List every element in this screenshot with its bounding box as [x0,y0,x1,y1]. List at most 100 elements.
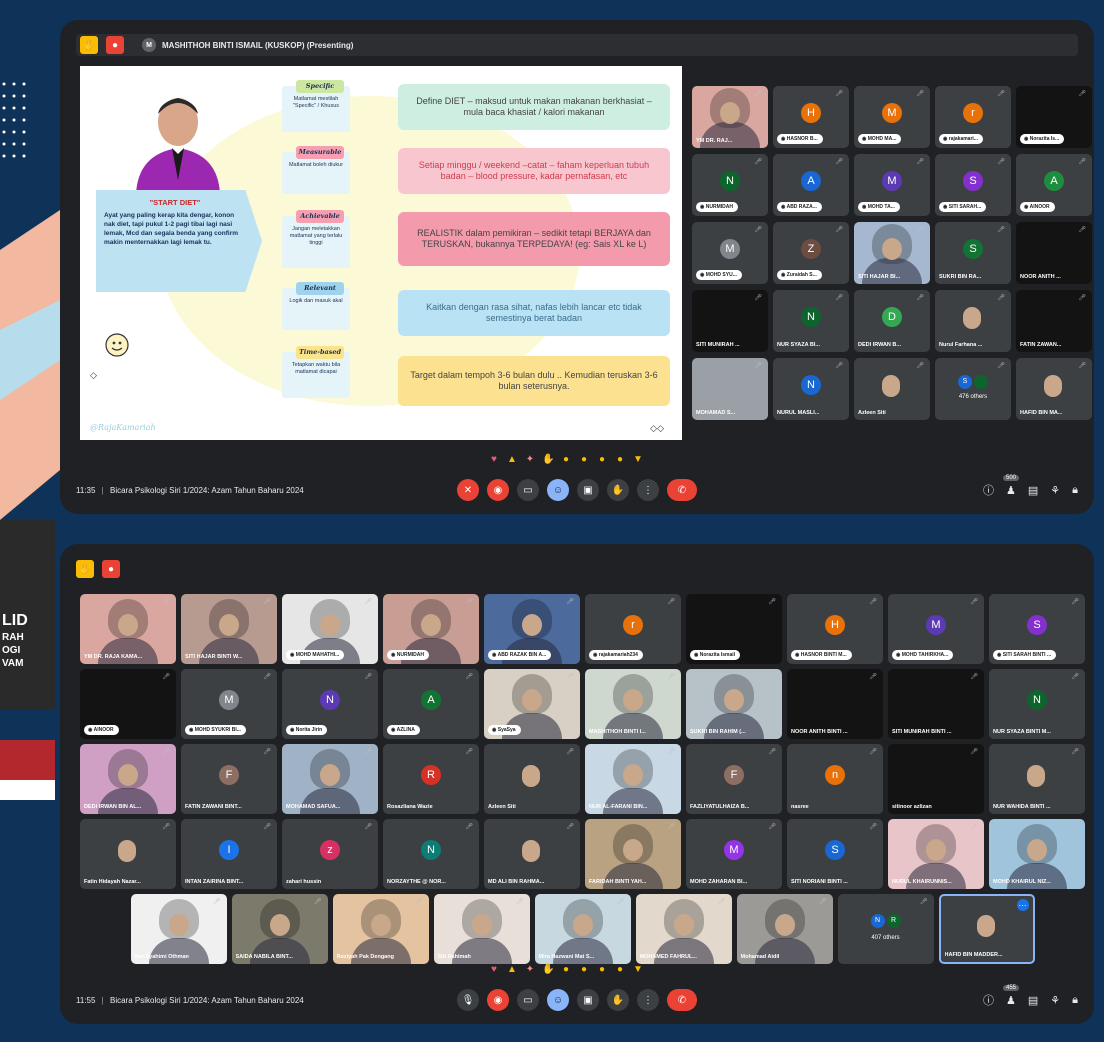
participant-tile[interactable]: 🎤︎ SUKRI BIN RAHIM (... [686,669,782,739]
participant-tile[interactable]: 🎤︎ ◉ MOHD MAHATHI... [282,594,378,664]
participant-tile[interactable]: F 🎤︎ FAZLIYATULHAIZA B... [686,744,782,814]
surprised-icon[interactable]: ● [578,964,590,975]
participant-tile[interactable]: M 🎤︎ ◉ MOHD SYUKRI BI... [181,669,277,739]
participant-tile[interactable]: 🎤︎ MD ALI BIN RAHMA... [484,819,580,889]
participant-tile[interactable]: 🎤︎ NUR WAHIDA BINTI ... [989,744,1085,814]
activities-icon[interactable]: ⚘ [1050,994,1060,1007]
participant-tile[interactable]: 🎤︎ Azleen Siti [484,744,580,814]
raise-hand-icon[interactable]: ✋ [607,479,629,501]
participant-tile[interactable]: A 🎤︎ ◉ AINOOR [1016,154,1092,216]
laugh-icon[interactable]: ● [560,454,572,465]
thumbs-down-icon[interactable]: ▼ [632,454,644,465]
participant-tile[interactable]: N 🎤︎ NUR SYAZA BINTI M... [989,669,1085,739]
participant-tile[interactable]: M 🎤︎ ◉ MOHD MA... [854,86,930,148]
participant-tile[interactable]: S 🎤︎ SUKRI BIN RA... [935,222,1011,284]
participant-tile[interactable]: 🎤︎ ◉ AINOOR [80,669,176,739]
more-options-icon[interactable]: ⋯ [1016,899,1029,911]
participant-tile[interactable]: r 🎤︎ ◉ rajakamari... [935,86,1011,148]
participant-tile[interactable]: 🎤︎ YM DR. RAJ... [692,86,768,148]
participant-tile[interactable]: 🎤︎ NOOR ANITH BINTI ... [787,669,883,739]
heart-icon[interactable]: ♥ [488,454,500,465]
record-icon[interactable]: ● [106,36,124,54]
participant-tile[interactable]: 🎤︎ MOHD KHAIRUL NIZ... [989,819,1085,889]
participant-tile[interactable]: M 🎤︎ ◉ MOHD SYU... [692,222,768,284]
participant-tile[interactable]: 🎤︎ Nurul Farhana ... [935,290,1011,352]
laugh-icon[interactable]: ● [560,964,572,975]
participant-tile[interactable]: 🎤︎ FARIDAH BINTI YAH... [585,819,681,889]
participant-tile[interactable]: 🎤︎ SAIDA NABILA BINT... [231,894,328,964]
surprised-icon[interactable]: ● [578,454,590,465]
thinking-icon[interactable]: ● [614,454,626,465]
host-controls-icon[interactable]: 🔒︎ [1072,994,1078,1007]
participant-tile[interactable]: 🎤︎ NOOR ANITH ... [1016,222,1092,284]
participant-tile[interactable]: N 🎤︎ ◉ NURMIDAH [692,154,768,216]
participant-tile[interactable]: 🎤︎ sitinoor azlizan [888,744,984,814]
participant-tile[interactable]: 🎤︎ Fatin Hidayah Nazar... [80,819,176,889]
thumbs-up-icon[interactable]: ▲ [506,964,518,975]
participant-tile[interactable]: 🎤︎ ◉ SyaSya [484,669,580,739]
mic-icon[interactable]: 🎙︎ [457,989,479,1011]
participant-tile[interactable]: 🎤︎ SITI MUNIRAH ... [692,290,768,352]
participant-tile[interactable]: 🎤︎ Mira Hazwani Mat S... [534,894,631,964]
participant-tile[interactable]: 🎤︎ HAFID BIN MA... [1016,358,1092,420]
participant-tile[interactable]: N 🎤︎ NURUL MASLI... [773,358,849,420]
participant-tile[interactable]: A 🎤︎ ◉ AZLINA [383,669,479,739]
participant-tile[interactable]: S 🎤︎ SITI NORIANI BINTI ... [787,819,883,889]
sad-icon[interactable]: ● [596,454,608,465]
clap-icon[interactable]: ✋ [542,964,554,975]
participant-tile[interactable]: 🎤︎ DEDI IRWAN BIN AL... [80,744,176,814]
participant-tile[interactable]: 🎤︎ Azleen Siti [854,358,930,420]
chat-icon[interactable]: ▤ [1028,484,1038,497]
camera-off-icon[interactable]: ◉ [487,479,509,501]
participant-tile[interactable]: N R 🎤︎ 407 others [837,894,934,964]
captions-icon[interactable]: ▭ [517,989,539,1011]
chat-icon[interactable]: ▤ [1028,994,1038,1007]
thumbs-down-icon[interactable]: ▼ [632,964,644,975]
participant-tile[interactable]: M 🎤︎ ◉ MOHD TAHIRKHA... [888,594,984,664]
participant-tile[interactable]: 🎤︎ ◉ ABD RAZAK BIN A... [484,594,580,664]
participant-tile[interactable]: H 🎤︎ ◉ HASNOR BINTI M... [787,594,883,664]
participant-tile[interactable]: r 🎤︎ ◉ rajakamariah234 [585,594,681,664]
participant-tile[interactable]: A 🎤︎ ◉ ABD RAZA... [773,154,849,216]
info-icon[interactable]: ⓘ [983,482,994,498]
participant-tile[interactable]: 🎤︎HAFID BIN MADDER...⋯ [938,894,1035,964]
participant-tile[interactable]: 🎤︎ YM DR. RAJA KAMA... [80,594,176,664]
participant-tile[interactable]: n 🎤︎ nasree [787,744,883,814]
heart-icon[interactable]: ♥ [488,964,500,975]
participant-tile[interactable]: S 🎤︎ 476 others [935,358,1011,420]
record-icon[interactable]: ● [102,560,120,578]
participant-tile[interactable]: S 🎤︎ ◉ SITI SARAH BINTI ... [989,594,1085,664]
participant-tile[interactable]: F 🎤︎ FATIN ZAWANI BINT... [181,744,277,814]
emoji-reaction-icon[interactable]: ☺ [547,989,569,1011]
participant-tile[interactable]: 🎤︎ Nur Syahimi Othman [130,894,227,964]
people-icon[interactable]: ♟ 500 [1002,474,1019,497]
present-screen-icon[interactable]: ▣ [577,989,599,1011]
participant-tile[interactable]: z 🎤︎ zahari hussin [282,819,378,889]
participant-tile[interactable]: 🎤︎ SITI HAJAR BI... [854,222,930,284]
participant-tile[interactable]: 🎤︎ Mohamad Aidil [736,894,833,964]
people-icon[interactable]: ♟ 455 [1002,984,1019,1007]
participant-tile[interactable]: 🎤︎ SITI HAJAR BINTI W... [181,594,277,664]
participant-tile[interactable]: Z 🎤︎ ◉ Zuraidah S... [773,222,849,284]
clap-icon[interactable]: ✋ [542,454,554,465]
mic-off-icon[interactable]: ✕ [457,479,479,501]
participant-tile[interactable]: M 🎤︎ MOHD ZAHARAN BI... [686,819,782,889]
more-options-icon[interactable]: ⋮ [637,479,659,501]
participant-tile[interactable]: 🎤︎ MOHAMAD S... [692,358,768,420]
participant-tile[interactable]: 🎤︎ ◉ Norazita Is... [1016,86,1092,148]
participant-tile[interactable]: S 🎤︎ ◉ SITI SARAH... [935,154,1011,216]
thumbs-up-icon[interactable]: ▲ [506,454,518,465]
raise-hand-icon[interactable]: ✋ [80,36,98,54]
more-options-icon[interactable]: ⋮ [637,989,659,1011]
participant-tile[interactable]: H 🎤︎ ◉ HASNOR B... [773,86,849,148]
participant-tile[interactable]: 🎤︎ ◉ Norazita Ismail [686,594,782,664]
camera-off-icon[interactable]: ◉ [487,989,509,1011]
info-icon[interactable]: ⓘ [983,992,994,1008]
participant-tile[interactable]: 🎤︎ Roziyah Pak Dengang [332,894,429,964]
thinking-icon[interactable]: ● [614,964,626,975]
participant-tile[interactable]: 🎤︎ MOHAMED FAHRUL... [635,894,732,964]
party-icon[interactable]: ✦ [524,964,536,975]
participant-tile[interactable]: I 🎤︎ INTAN ZAIRINA BINT... [181,819,277,889]
activities-icon[interactable]: ⚘ [1050,484,1060,497]
emoji-reaction-icon[interactable]: ☺ [547,479,569,501]
